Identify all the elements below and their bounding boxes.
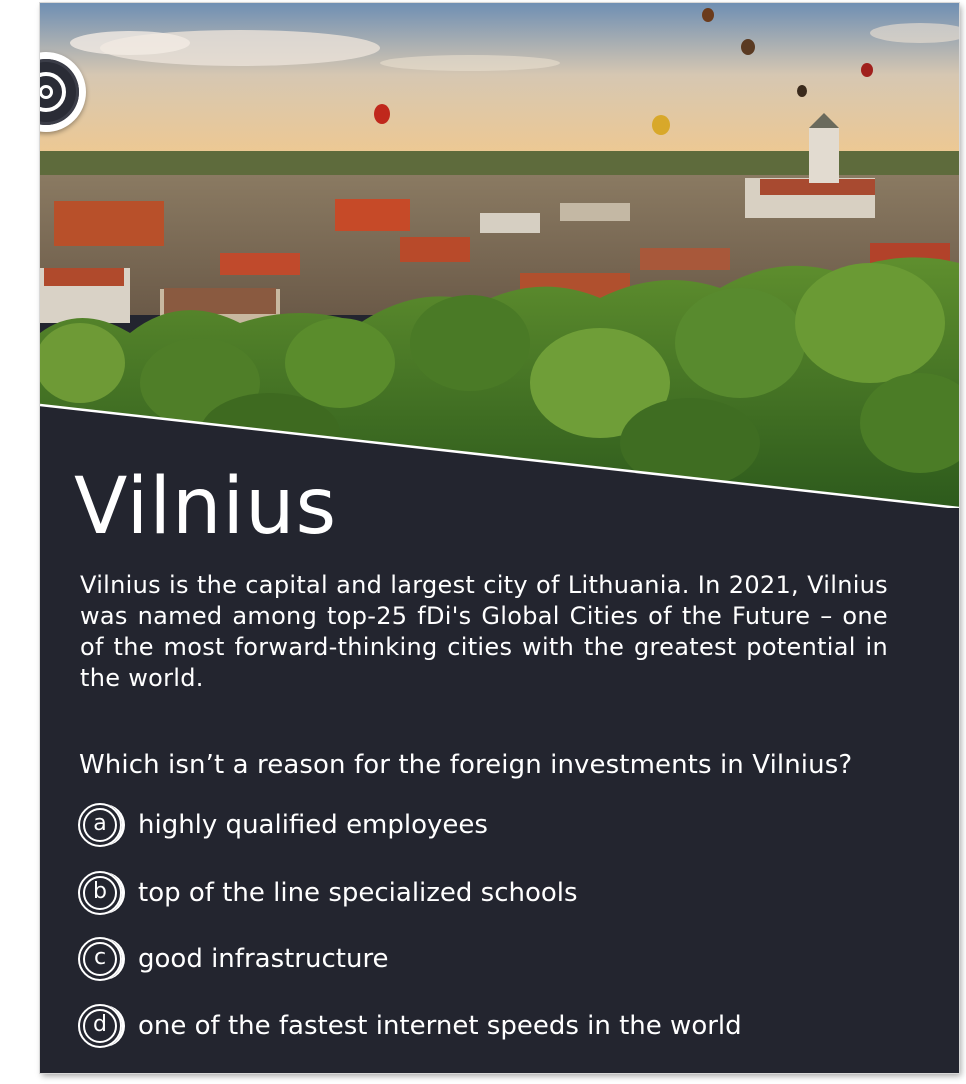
answer-text: highly qualified employees — [138, 810, 488, 840]
answer-text: top of the line specialized schools — [138, 878, 578, 908]
answer-option-c[interactable]: c good infrastructure — [78, 935, 389, 983]
answer-option-b[interactable]: b top of the line specialized schools — [78, 869, 578, 917]
answer-text: one of the fastest internet speeds in th… — [138, 1011, 742, 1041]
city-title: Vilnius — [74, 462, 338, 552]
option-a-badge: a — [78, 803, 122, 847]
answer-text: good infrastructure — [138, 944, 389, 974]
quiz-card: Vilnius Vilnius is the capital and large… — [40, 3, 959, 1073]
option-c-badge: c — [78, 937, 122, 981]
option-b-badge: b — [78, 871, 122, 915]
answer-option-a[interactable]: a highly qualified employees — [78, 801, 488, 849]
city-description: Vilnius is the capital and largest city … — [80, 571, 888, 692]
answer-option-d[interactable]: d one of the fastest internet speeds in … — [78, 1002, 742, 1050]
city-photo — [40, 3, 959, 508]
quiz-question: Which isn’t a reason for the foreign inv… — [79, 750, 853, 780]
option-d-badge: d — [78, 1004, 122, 1048]
